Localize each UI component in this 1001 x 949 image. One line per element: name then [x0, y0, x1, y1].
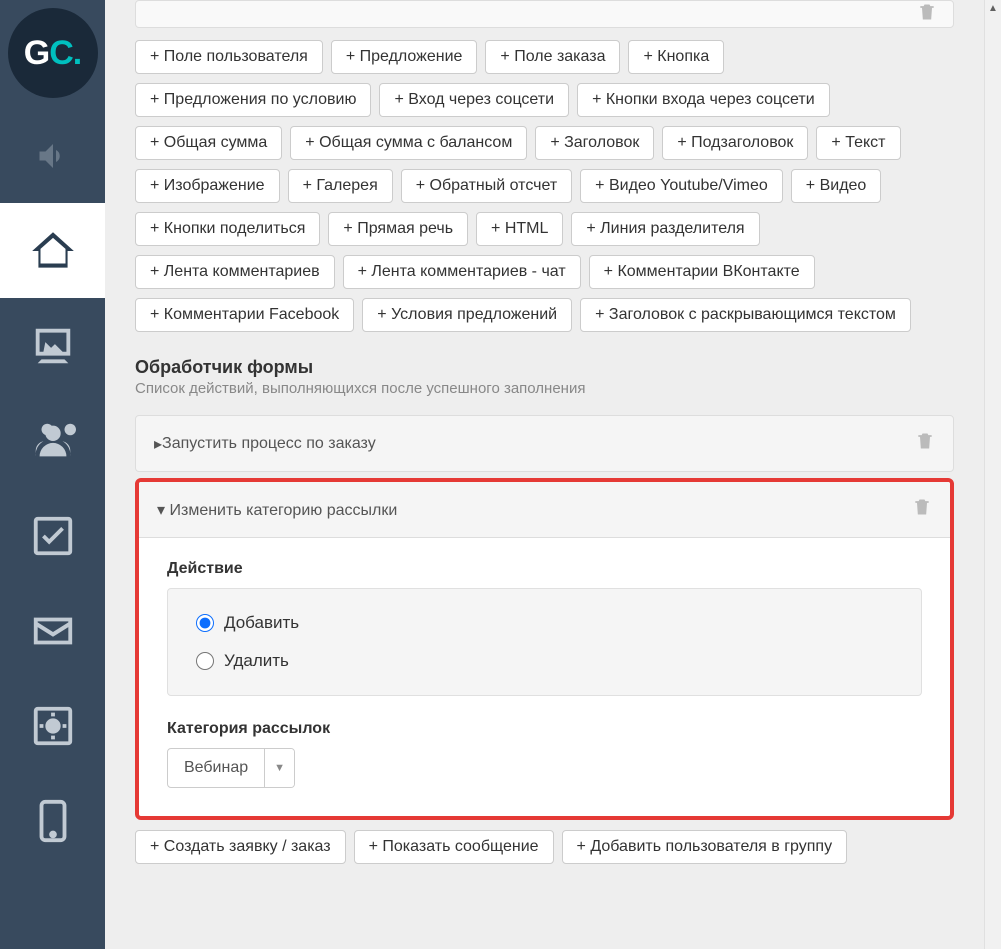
sound-icon[interactable]: [0, 108, 105, 203]
handler-section-title: Обработчик формы: [135, 357, 954, 378]
add-handler-buttons: + Создать заявку / заказ+ Показать сообщ…: [135, 830, 954, 864]
handler-header[interactable]: ▾ Изменить категорию рассылки: [139, 482, 950, 538]
add-block-button[interactable]: + Вход через соцсети: [379, 83, 569, 117]
add-block-button[interactable]: + Поле пользователя: [135, 40, 323, 74]
trash-icon[interactable]: [917, 1, 937, 27]
add-block-button[interactable]: + Лента комментариев: [135, 255, 335, 289]
add-block-button[interactable]: + HTML: [476, 212, 563, 246]
scroll-up-icon[interactable]: ▲: [985, 0, 1001, 17]
logo-letter-c: C: [49, 34, 73, 72]
category-select-value: Вебинар: [168, 749, 264, 787]
add-block-button[interactable]: + Заголовок: [535, 126, 654, 160]
handler-label: Изменить категорию рассылки: [169, 502, 397, 519]
add-block-button[interactable]: + Прямая речь: [328, 212, 468, 246]
add-handler-button[interactable]: + Показать сообщение: [354, 830, 554, 864]
add-block-button[interactable]: + Заголовок с раскрывающимся текстом: [580, 298, 911, 332]
chevron-down-icon: ▾: [157, 502, 165, 519]
add-block-button[interactable]: + Комментарии Facebook: [135, 298, 354, 332]
dropdown-caret-icon: ▼: [264, 749, 294, 787]
add-block-button[interactable]: + Общая сумма с балансом: [290, 126, 527, 160]
add-block-button[interactable]: + Предложение: [331, 40, 478, 74]
mail-icon[interactable]: [0, 583, 105, 678]
category-select[interactable]: Вебинар ▼: [167, 748, 295, 788]
trash-icon[interactable]: [915, 430, 935, 457]
action-label: Действие: [167, 560, 922, 578]
add-block-button[interactable]: + Предложения по условию: [135, 83, 371, 117]
main-content: + Поле пользователя+ Предложение+ Поле з…: [105, 0, 984, 949]
radio-add-label: Добавить: [224, 613, 299, 633]
add-block-buttons: + Поле пользователя+ Предложение+ Поле з…: [135, 40, 954, 332]
sidebar: GC.: [0, 0, 105, 949]
handler-run-process[interactable]: ▸ Запустить процесс по заказу: [135, 415, 954, 472]
add-block-button[interactable]: + Поле заказа: [485, 40, 620, 74]
add-block-button[interactable]: + Кнопки входа через соцсети: [577, 83, 830, 117]
add-block-button[interactable]: + Комментарии ВКонтакте: [589, 255, 815, 289]
radio-add-input[interactable]: [196, 614, 214, 632]
users-icon[interactable]: [0, 393, 105, 488]
logo-letter-g: G: [24, 34, 49, 72]
add-block-button[interactable]: + Кнопки поделиться: [135, 212, 320, 246]
add-block-button[interactable]: + Видео: [791, 169, 882, 203]
action-radio-group: Добавить Удалить: [167, 588, 922, 696]
add-block-button[interactable]: + Линия разделителя: [571, 212, 759, 246]
checkbox-icon[interactable]: [0, 488, 105, 583]
radio-add[interactable]: Добавить: [196, 613, 893, 633]
trash-icon[interactable]: [912, 496, 932, 523]
settings-box-icon[interactable]: [0, 678, 105, 773]
scrollbar[interactable]: ▲: [984, 0, 1001, 949]
handler-label: Запустить процесс по заказу: [162, 435, 376, 453]
add-block-button[interactable]: + Условия предложений: [362, 298, 572, 332]
add-block-button[interactable]: + Обратный отсчет: [401, 169, 572, 203]
add-block-button[interactable]: + Общая сумма: [135, 126, 282, 160]
add-handler-button[interactable]: + Добавить пользователя в группу: [562, 830, 848, 864]
radio-remove[interactable]: Удалить: [196, 651, 893, 671]
logo[interactable]: GC.: [8, 8, 98, 98]
category-label: Категория рассылок: [167, 720, 922, 738]
logo-dot: .: [73, 34, 81, 72]
add-block-button[interactable]: + Кнопка: [628, 40, 724, 74]
add-block-button[interactable]: + Лента комментариев - чат: [343, 255, 581, 289]
chevron-right-icon: ▸: [154, 434, 162, 454]
radio-remove-input[interactable]: [196, 652, 214, 670]
add-block-button[interactable]: + Подзаголовок: [662, 126, 808, 160]
add-block-button[interactable]: + Галерея: [288, 169, 393, 203]
collapsed-panel-top[interactable]: [135, 0, 954, 28]
handler-section-subtitle: Список действий, выполняющихся после усп…: [135, 380, 954, 397]
add-handler-button[interactable]: + Создать заявку / заказ: [135, 830, 346, 864]
add-block-button[interactable]: + Видео Youtube/Vimeo: [580, 169, 783, 203]
chart-icon[interactable]: [0, 298, 105, 393]
mobile-icon[interactable]: [0, 773, 105, 868]
add-block-button[interactable]: + Текст: [816, 126, 900, 160]
add-block-button[interactable]: + Изображение: [135, 169, 280, 203]
home-icon[interactable]: [0, 203, 105, 298]
radio-remove-label: Удалить: [224, 651, 289, 671]
handler-change-category: ▾ Изменить категорию рассылки Действие Д…: [135, 478, 954, 820]
